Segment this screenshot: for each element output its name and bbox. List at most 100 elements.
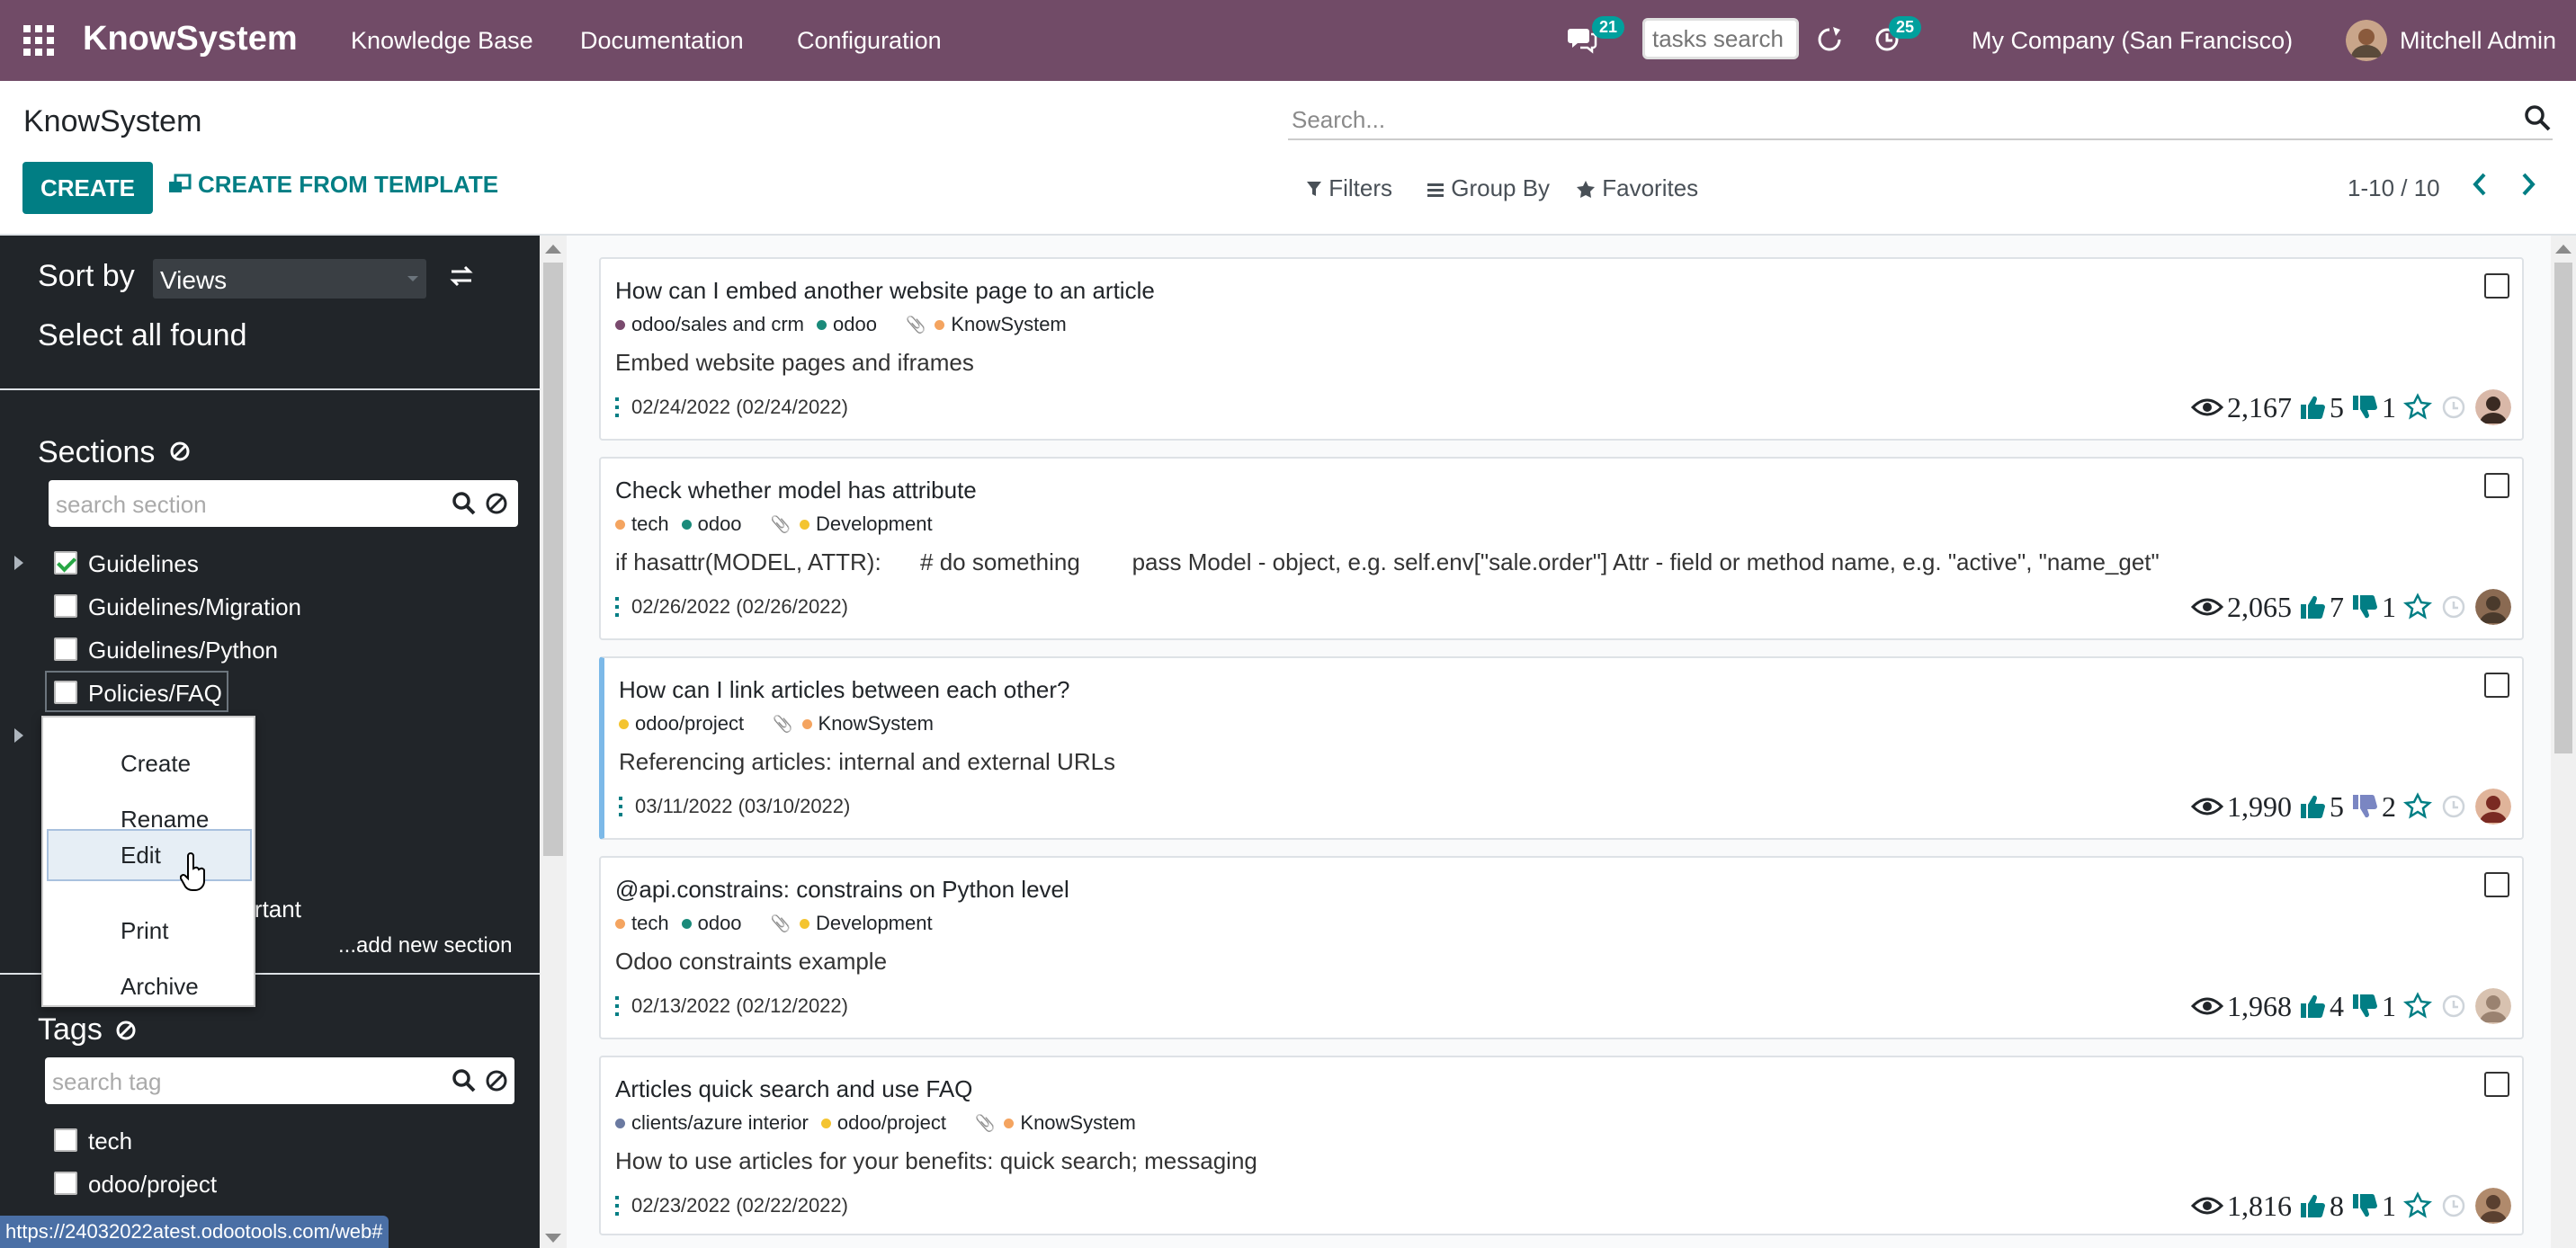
article-title[interactable]: Check whether model has attribute bbox=[615, 477, 977, 504]
scroll-up-icon[interactable] bbox=[2555, 245, 2572, 254]
thumbs-up-icon[interactable] bbox=[2299, 593, 2326, 620]
user-menu[interactable]: Mitchell Admin bbox=[2400, 27, 2556, 55]
context-menu-edit[interactable]: Edit bbox=[47, 829, 252, 881]
clock-icon[interactable] bbox=[2441, 794, 2466, 819]
section-checkbox-policies-faq[interactable] bbox=[54, 681, 77, 704]
thumbs-down-icon[interactable] bbox=[2351, 593, 2378, 620]
section-item-policies-faq[interactable]: Policies/FAQ bbox=[88, 680, 222, 708]
context-menu-print[interactable]: Print bbox=[47, 905, 252, 957]
clock-icon[interactable] bbox=[2441, 994, 2466, 1019]
pager-next-icon[interactable] bbox=[2518, 169, 2538, 200]
article-select-checkbox[interactable] bbox=[2484, 473, 2509, 498]
tasks-search-input[interactable] bbox=[1642, 18, 1799, 59]
article-select-checkbox[interactable] bbox=[2484, 273, 2509, 299]
group-by-button[interactable]: Group By bbox=[1427, 174, 1550, 202]
favorites-button[interactable]: Favorites bbox=[1576, 174, 1698, 202]
tag-checkbox-tech[interactable] bbox=[54, 1128, 77, 1152]
kebab-menu-icon[interactable] bbox=[615, 397, 619, 417]
article-select-checkbox[interactable] bbox=[2484, 872, 2509, 897]
article-select-checkbox[interactable] bbox=[2484, 1072, 2509, 1097]
expand-caret-icon[interactable] bbox=[14, 728, 23, 743]
scrollbar-thumb[interactable] bbox=[543, 263, 563, 856]
section-checkbox-guidelines[interactable] bbox=[54, 551, 77, 575]
kebab-menu-icon[interactable] bbox=[615, 1196, 619, 1216]
sort-direction-icon[interactable] bbox=[448, 263, 475, 290]
sort-by-select[interactable]: Views bbox=[153, 259, 426, 299]
article-card[interactable]: How can I link articles between each oth… bbox=[599, 656, 2524, 840]
expand-caret-icon[interactable] bbox=[14, 556, 23, 570]
search-icon[interactable] bbox=[452, 491, 477, 516]
kebab-menu-icon[interactable] bbox=[619, 797, 622, 816]
thumbs-up-icon[interactable] bbox=[2299, 993, 2326, 1020]
create-from-template-button[interactable]: CREATE FROM TEMPLATE bbox=[167, 171, 498, 199]
clock-icon[interactable] bbox=[2441, 594, 2466, 620]
tag-search-input[interactable]: search tag bbox=[45, 1057, 514, 1104]
thumbs-up-icon[interactable] bbox=[2299, 793, 2326, 820]
refresh-icon[interactable] bbox=[1815, 25, 1844, 54]
man-avatar-beard[interactable] bbox=[2475, 1188, 2511, 1224]
article-select-checkbox[interactable] bbox=[2484, 673, 2509, 698]
clear-search-icon[interactable] bbox=[484, 491, 509, 516]
pager-value[interactable]: 1-10 / 10 bbox=[2348, 174, 2440, 202]
thumbs-down-icon[interactable] bbox=[2351, 394, 2378, 421]
add-new-section-link[interactable]: ...add new section bbox=[338, 933, 512, 958]
thumbs-down-icon[interactable] bbox=[2351, 793, 2378, 820]
star-icon[interactable] bbox=[2403, 992, 2432, 1021]
woman-avatar-red[interactable] bbox=[2475, 789, 2511, 825]
create-button[interactable]: CREATE bbox=[22, 162, 153, 214]
clear-sections-icon[interactable] bbox=[169, 441, 191, 462]
sidebar-scrollbar[interactable] bbox=[540, 236, 567, 1248]
kebab-menu-icon[interactable] bbox=[615, 996, 619, 1016]
scroll-down-icon[interactable] bbox=[545, 1234, 561, 1243]
clock-icon[interactable] bbox=[2441, 395, 2466, 420]
search-icon[interactable] bbox=[2522, 103, 2553, 133]
star-icon[interactable] bbox=[2403, 792, 2432, 821]
menu-documentation[interactable]: Documentation bbox=[580, 27, 744, 55]
filters-button[interactable]: Filters bbox=[1306, 174, 1392, 202]
section-checkbox-guidelines-migration[interactable] bbox=[54, 594, 77, 618]
woman-avatar-light[interactable] bbox=[2475, 988, 2511, 1024]
star-icon[interactable] bbox=[2403, 393, 2432, 422]
woman-avatar-dark[interactable] bbox=[2475, 389, 2511, 425]
select-all-found[interactable]: Select all found bbox=[38, 318, 247, 353]
section-checkbox-guidelines-python[interactable] bbox=[54, 637, 77, 661]
clear-search-icon[interactable] bbox=[484, 1068, 509, 1093]
tag-item-odoo-project[interactable]: odoo/project bbox=[88, 1171, 217, 1199]
article-title[interactable]: How can I link articles between each oth… bbox=[619, 676, 1070, 704]
content-scrollbar[interactable] bbox=[2551, 236, 2576, 1248]
scrollbar-thumb[interactable] bbox=[2554, 263, 2572, 753]
article-card[interactable]: @api.constrains: constrains on Python le… bbox=[599, 856, 2524, 1039]
section-item-guidelines[interactable]: Guidelines bbox=[88, 550, 199, 578]
user-avatar[interactable] bbox=[2346, 20, 2387, 61]
menu-configuration[interactable]: Configuration bbox=[797, 27, 942, 55]
thumbs-down-icon[interactable] bbox=[2351, 1192, 2378, 1219]
context-menu-create[interactable]: Create bbox=[47, 737, 252, 789]
scroll-up-icon[interactable] bbox=[545, 245, 561, 254]
pager-previous-icon[interactable] bbox=[2470, 169, 2490, 200]
menu-knowledge-base[interactable]: Knowledge Base bbox=[351, 27, 533, 55]
clear-tags-icon[interactable] bbox=[115, 1020, 137, 1041]
context-menu-archive[interactable]: Archive bbox=[47, 960, 252, 1012]
app-brand[interactable]: KnowSystem bbox=[83, 20, 298, 58]
thumbs-up-icon[interactable] bbox=[2299, 394, 2326, 421]
kebab-menu-icon[interactable] bbox=[615, 597, 619, 617]
apps-menu-icon[interactable] bbox=[23, 25, 54, 56]
article-card[interactable]: How can I embed another website page to … bbox=[599, 257, 2524, 441]
section-item-guidelines-python[interactable]: Guidelines/Python bbox=[88, 637, 278, 664]
star-icon[interactable] bbox=[2403, 1191, 2432, 1220]
search-icon[interactable] bbox=[452, 1068, 477, 1093]
tag-checkbox-odoo-project[interactable] bbox=[54, 1172, 77, 1195]
man-avatar-bald[interactable] bbox=[2475, 589, 2511, 625]
company-switcher[interactable]: My Company (San Francisco) bbox=[1972, 27, 2293, 55]
section-item-guidelines-migration[interactable]: Guidelines/Migration bbox=[88, 593, 301, 621]
search-bar[interactable]: Search... bbox=[1288, 99, 2553, 140]
tag-item-tech[interactable]: tech bbox=[88, 1128, 132, 1155]
clock-icon[interactable] bbox=[2441, 1193, 2466, 1218]
article-card[interactable]: Check whether model has attribute tech odo… bbox=[599, 457, 2524, 640]
article-title[interactable]: How can I embed another website page to … bbox=[615, 277, 1155, 305]
article-title[interactable]: @api.constrains: constrains on Python le… bbox=[615, 876, 1069, 904]
section-search-input[interactable]: search section bbox=[49, 480, 518, 527]
article-card[interactable]: Articles quick search and use FAQ clients… bbox=[599, 1056, 2524, 1235]
thumbs-up-icon[interactable] bbox=[2299, 1192, 2326, 1219]
article-title[interactable]: Articles quick search and use FAQ bbox=[615, 1075, 972, 1103]
